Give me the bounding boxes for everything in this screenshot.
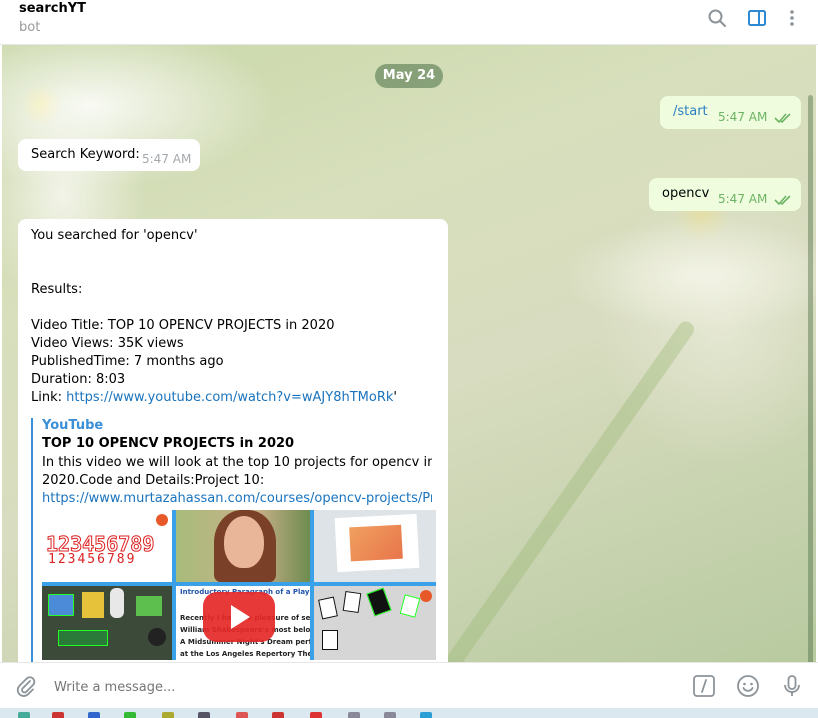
video-link[interactable]: https://www.youtube.com/watch?v=wAJY8hTM… <box>66 390 393 405</box>
chat-title[interactable]: searchYT <box>19 1 86 16</box>
message-text: Search Keyword: <box>31 147 140 162</box>
thumb-object <box>48 594 74 616</box>
emoji-icon[interactable] <box>736 674 760 698</box>
thumb-object <box>58 630 108 646</box>
duration-line: Duration: 8:03 <box>31 372 126 387</box>
preview-desc-line: In this video we will look at the top 10… <box>42 455 432 470</box>
sidebar-toggle-icon[interactable] <box>747 8 767 28</box>
taskbar-app-icon[interactable] <box>310 712 322 718</box>
thumb-marker <box>318 596 338 620</box>
date-separator: May 24 <box>375 64 443 88</box>
taskbar-app-icon[interactable] <box>198 712 210 718</box>
thumb-object <box>136 596 162 616</box>
preview-title: TOP 10 OPENCV PROJECTS in 2020 <box>42 436 295 451</box>
attach-icon[interactable] <box>14 674 38 698</box>
video-thumbnail[interactable]: 123456789 123456789 Introductory of a Pl… <box>42 510 436 660</box>
outgoing-message[interactable]: /start 5:47 AM <box>660 96 801 129</box>
message-composer <box>0 662 818 708</box>
message-time: 5:47 AM <box>718 192 768 206</box>
message-time: 5:47 AM <box>142 152 192 166</box>
incoming-message[interactable]: Search Keyword: 5:47 AM <box>18 139 200 171</box>
play-button[interactable] <box>203 592 275 642</box>
taskbar-app-icon[interactable] <box>272 712 284 718</box>
thumb-face <box>224 516 264 568</box>
bot-command-icon[interactable] <box>692 674 716 698</box>
taskbar-app-icon[interactable] <box>162 712 174 718</box>
chat-area[interactable]: May 24 /start 5:47 AM Search Keyword: 5:… <box>2 45 816 662</box>
thumb-object <box>148 628 166 646</box>
thumb-object <box>82 592 104 618</box>
taskbar-app-icon[interactable] <box>18 712 30 718</box>
taskbar-app-icon[interactable] <box>348 712 360 718</box>
message-text[interactable]: /start <box>673 104 708 119</box>
preview-site-name: YouTube <box>42 418 104 433</box>
taskbar-app-icon[interactable] <box>52 712 64 718</box>
message-time: 5:47 AM <box>718 110 768 124</box>
thumb-paper <box>334 513 420 573</box>
thumb-marker <box>322 630 338 650</box>
preview-description: In this video we will look at the top 10… <box>42 454 432 508</box>
thumb-tile-face <box>176 510 310 582</box>
results-header: You searched for 'opencv' <box>31 228 198 243</box>
double-check-icon <box>774 195 791 206</box>
os-taskbar <box>0 708 818 718</box>
thumb-paper-photo <box>349 524 403 562</box>
taskbar-app-icon[interactable] <box>236 712 248 718</box>
thumb-marker <box>366 587 392 617</box>
results-label: Results: <box>31 282 83 297</box>
message-input[interactable] <box>54 677 654 697</box>
incoming-message-results[interactable]: You searched for 'opencv' Results: Video… <box>18 219 448 662</box>
video-views-line: Video Views: 35K views <box>31 336 184 351</box>
thumb-tile-objects <box>42 586 172 660</box>
robot-logo-icon <box>420 590 432 602</box>
thumb-object <box>110 588 124 618</box>
video-title-line: Video Title: TOP 10 OPENCV PROJECTS in 2… <box>31 318 335 333</box>
more-vert-icon[interactable] <box>782 8 802 28</box>
play-icon <box>231 605 250 629</box>
thumb-marker <box>342 590 362 614</box>
preview-desc-link[interactable]: https://www.murtazahassan.com/courses/op… <box>42 490 432 508</box>
thumb-doc-line: at the Los Angeles Repertory Theatre i <box>180 650 310 658</box>
background-stem <box>442 318 698 662</box>
link-preview[interactable]: YouTube TOP 10 OPENCV PROJECTS in 2020 I… <box>31 418 436 662</box>
link-label: Link: <box>31 390 67 405</box>
published-time-line: PublishedTime: 7 months ago <box>31 354 224 369</box>
thumb-tile-markers <box>314 586 436 660</box>
chat-header: searchYT bot <box>0 0 818 45</box>
chat-subtitle: bot <box>19 20 41 35</box>
link-line: Link: https://www.youtube.com/watch?v=wA… <box>31 390 397 405</box>
thumb-digits-small: 123456789 <box>48 552 137 567</box>
thumb-tile-paper <box>314 510 436 582</box>
robot-logo-icon <box>156 514 168 526</box>
taskbar-app-icon[interactable] <box>88 712 100 718</box>
thumb-tile-digits: 123456789 123456789 <box>42 510 172 582</box>
chat-scrollbar[interactable] <box>808 95 813 662</box>
thumb-marker <box>399 594 421 618</box>
microphone-icon[interactable] <box>780 674 804 698</box>
preview-desc-line: 2020.Code and Details:Project 10: <box>42 473 265 488</box>
message-text: opencv <box>662 186 710 201</box>
taskbar-app-icon[interactable] <box>420 712 432 718</box>
link-suffix: ' <box>393 390 397 405</box>
taskbar-app-icon[interactable] <box>384 712 396 718</box>
double-check-icon <box>774 113 791 124</box>
search-icon[interactable] <box>707 8 727 28</box>
outgoing-message[interactable]: opencv 5:47 AM <box>649 178 801 211</box>
taskbar-app-icon[interactable] <box>124 712 136 718</box>
